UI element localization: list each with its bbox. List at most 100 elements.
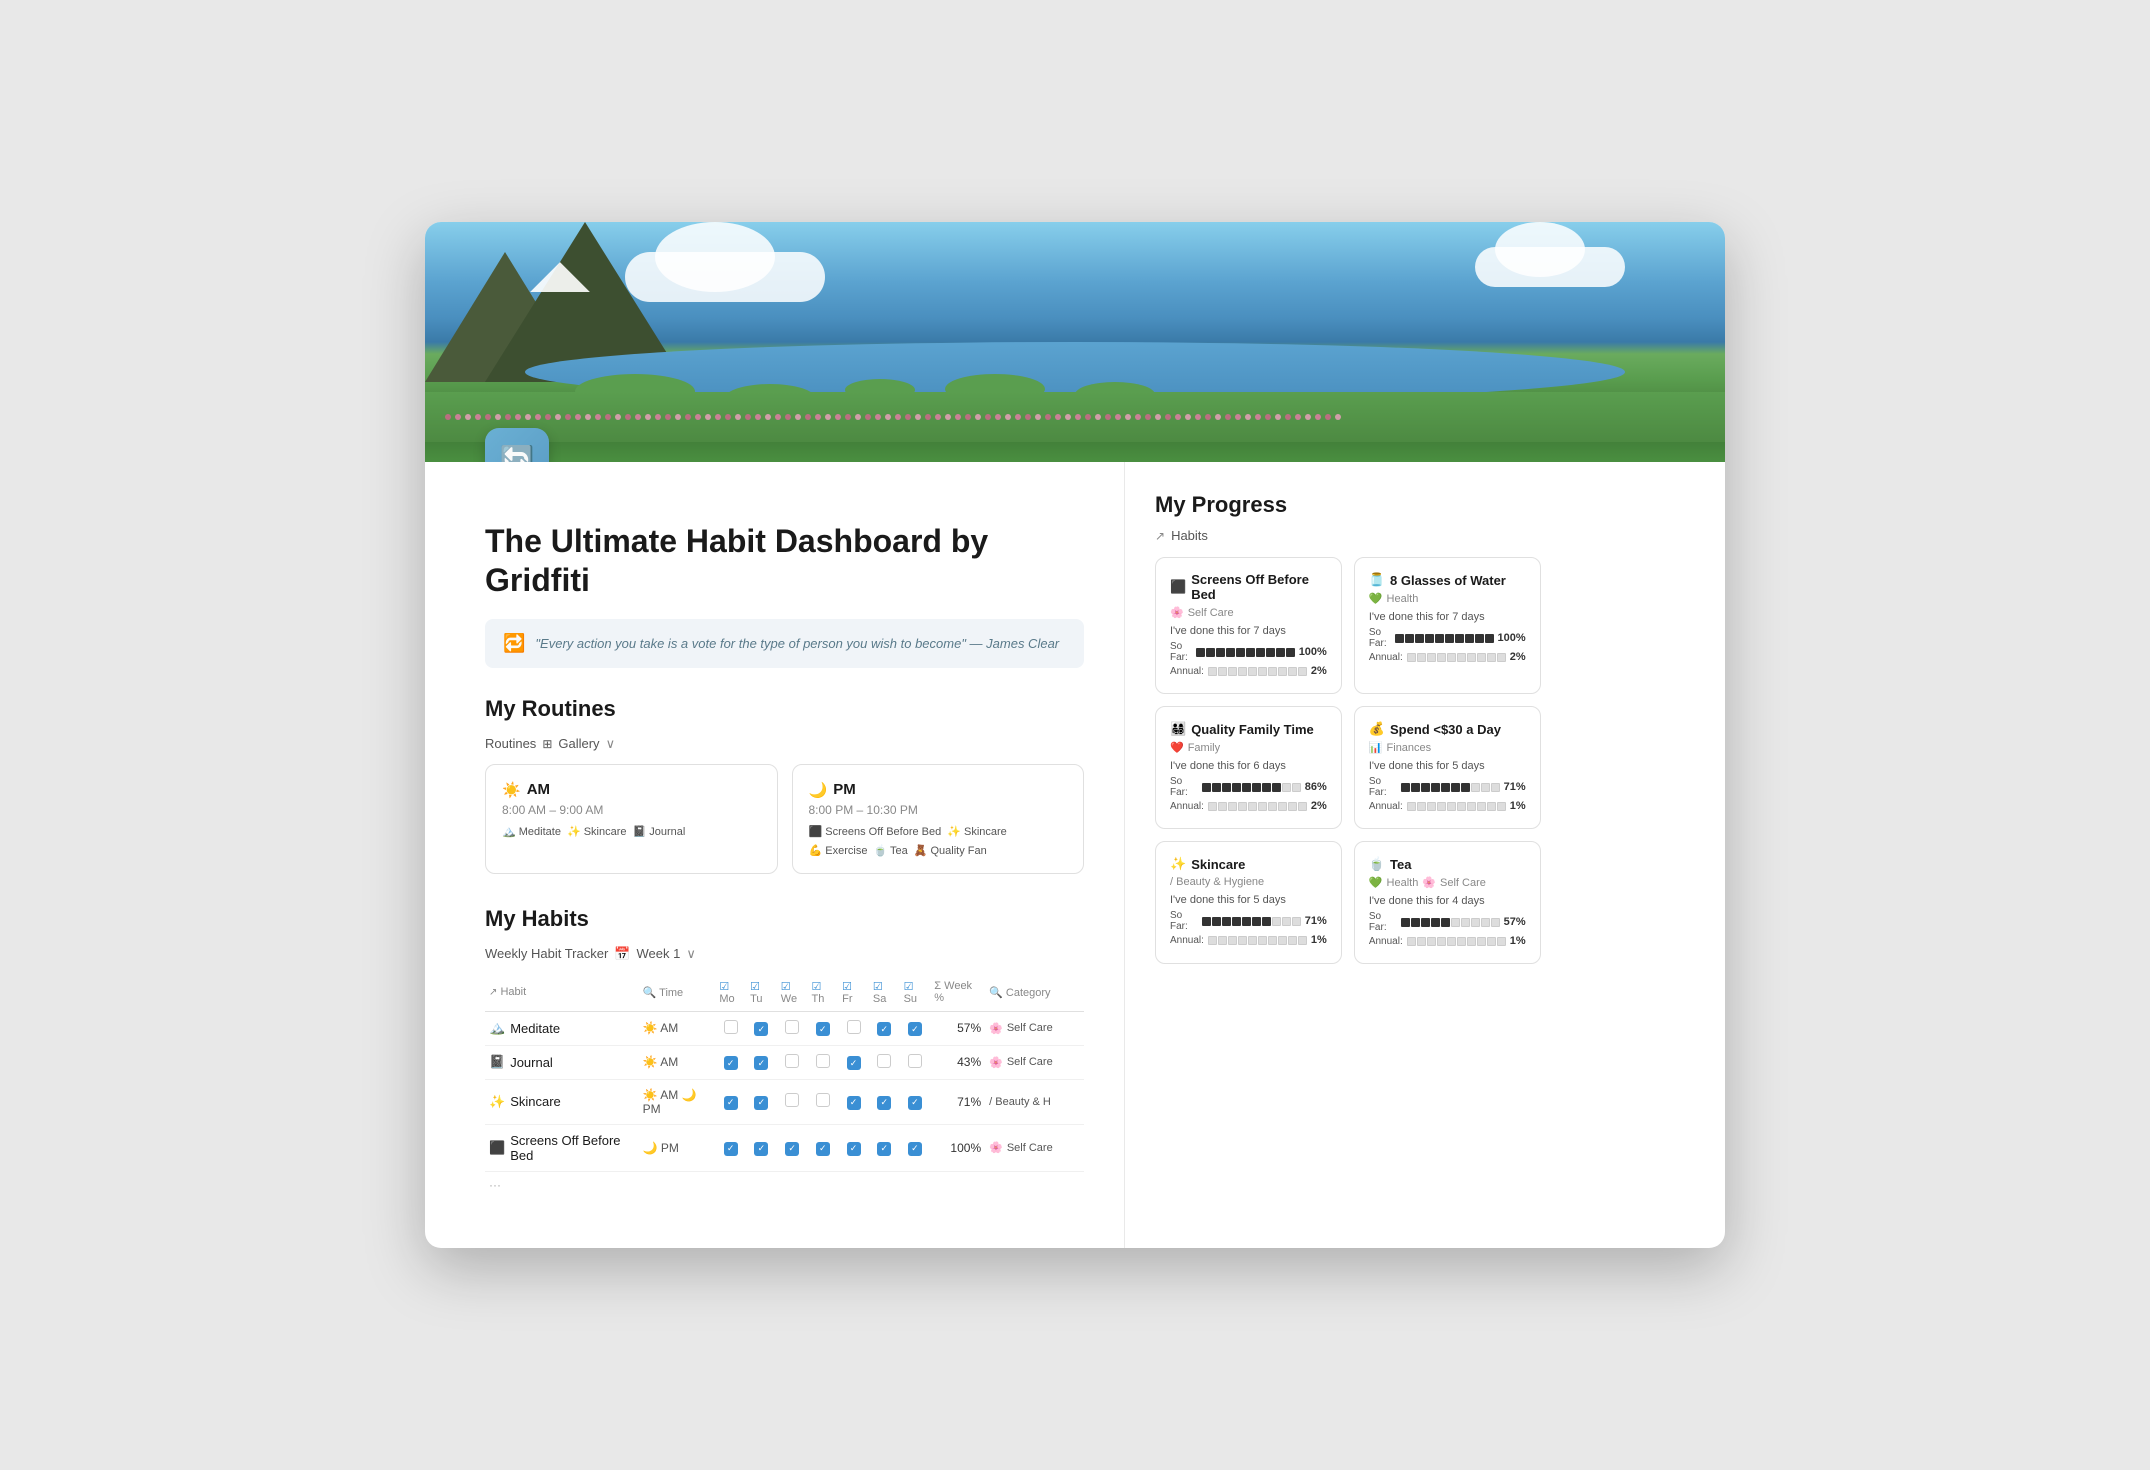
progress-card-skincare: ✨ Skincare / Beauty & Hygiene I've done … bbox=[1155, 841, 1342, 964]
chevron-down-icon: ∨ bbox=[606, 736, 616, 752]
am-label: AM bbox=[527, 781, 550, 798]
pc-spend-name: Spend <$30 a Day bbox=[1390, 722, 1501, 737]
col-header-week: Σ Week % bbox=[930, 974, 985, 1012]
journal-fr[interactable]: ✓ bbox=[838, 1045, 869, 1079]
pc-family-title: 👨‍👩‍👧‍👦 Quality Family Time bbox=[1170, 721, 1327, 737]
screens-th[interactable]: ✓ bbox=[807, 1124, 838, 1171]
meditate-tu[interactable]: ✓ bbox=[746, 1011, 777, 1045]
journal-pct: 43% bbox=[930, 1045, 985, 1079]
routines-text: Routines bbox=[485, 736, 536, 751]
skincare-fr[interactable]: ✓ bbox=[838, 1079, 869, 1124]
journal-su[interactable] bbox=[900, 1045, 931, 1079]
skincare-tu[interactable]: ✓ bbox=[746, 1079, 777, 1124]
pc-water-sofar: So Far: 100% bbox=[1369, 627, 1526, 649]
screens-we[interactable]: ✓ bbox=[777, 1124, 808, 1171]
progress-title: My Progress bbox=[1155, 492, 1515, 518]
pc-tea-name: Tea bbox=[1390, 857, 1411, 872]
routines-view[interactable]: Gallery bbox=[558, 736, 599, 751]
screens-fr[interactable]: ✓ bbox=[838, 1124, 869, 1171]
skincare-su[interactable]: ✓ bbox=[900, 1079, 931, 1124]
pc-screens-name: Screens Off Before Bed bbox=[1191, 572, 1327, 602]
table-row: 📓 Journal ☀️ AM ✓ ✓ bbox=[485, 1045, 1084, 1079]
skincare-mo[interactable]: ✓ bbox=[715, 1079, 746, 1124]
meditate-su[interactable]: ✓ bbox=[900, 1011, 931, 1045]
journal-mo[interactable]: ✓ bbox=[715, 1045, 746, 1079]
quote-box: 🔁 "Every action you take is a vote for t… bbox=[485, 619, 1084, 668]
pc-tea-sofar: So Far: 57% bbox=[1369, 911, 1526, 933]
gallery-icon: ⊞ bbox=[542, 737, 552, 751]
pc-family-cat: ❤️ Family bbox=[1170, 741, 1327, 754]
meditate-mo[interactable] bbox=[715, 1011, 746, 1045]
habits-section: My Habits Weekly Habit Tracker 📅 Week 1 … bbox=[485, 906, 1084, 1198]
pm-tag-screens: ⬛ Screens Off Before Bed bbox=[809, 825, 942, 838]
table-row: ✨ Skincare ☀️ AM 🌙 PM ✓ ✓ bbox=[485, 1079, 1084, 1124]
calendar-icon: 📅 bbox=[614, 946, 630, 962]
page-title: The Ultimate Habit Dashboard by Gridfiti bbox=[485, 522, 1084, 599]
pc-skincare-sofar: So Far: 71% bbox=[1170, 910, 1327, 932]
skincare-sa[interactable]: ✓ bbox=[869, 1079, 900, 1124]
meditate-fr[interactable] bbox=[838, 1011, 869, 1045]
progress-card-family: 👨‍👩‍👧‍👦 Quality Family Time ❤️ Family I'… bbox=[1155, 706, 1342, 829]
pc-water-title: 🫙 8 Glasses of Water bbox=[1369, 572, 1526, 588]
habit-name-skincare: ✨ Skincare bbox=[485, 1079, 639, 1124]
habit-name-journal: 📓 Journal bbox=[485, 1045, 639, 1079]
quote-text: "Every action you take is a vote for the… bbox=[535, 636, 1059, 651]
progress-card-screens: ⬛ Screens Off Before Bed 🌸 Self Care I'v… bbox=[1155, 557, 1342, 694]
cloud-2 bbox=[1475, 247, 1625, 287]
routine-card-am: ☀️ AM 8:00 AM – 9:00 AM 🏔️ Meditate ✨ Sk… bbox=[485, 764, 778, 874]
check-icon-th: ☑ bbox=[811, 981, 821, 993]
pc-spend-title: 💰 Spend <$30 a Day bbox=[1369, 721, 1526, 737]
screens-su[interactable]: ✓ bbox=[900, 1124, 931, 1171]
routine-pm-title: 🌙 PM bbox=[809, 781, 1068, 799]
table-row: 🏔️ Meditate ☀️ AM ✓ bbox=[485, 1011, 1084, 1045]
pc-tea-title: 🍵 Tea bbox=[1369, 856, 1526, 872]
search-icon-cat: 🔍 bbox=[989, 987, 1003, 999]
journal-we[interactable] bbox=[777, 1045, 808, 1079]
habit-name-meditate: 🏔️ Meditate bbox=[485, 1011, 639, 1045]
routines-label: Routines ⊞ Gallery ∨ bbox=[485, 736, 1084, 752]
routines-section-title: My Routines bbox=[485, 696, 1084, 722]
pc-tea-cat: 💚 Health 🌸 Self Care bbox=[1369, 876, 1526, 889]
journal-th[interactable] bbox=[807, 1045, 838, 1079]
habit-time-screens: 🌙 PM bbox=[639, 1124, 716, 1171]
journal-tu[interactable]: ✓ bbox=[746, 1045, 777, 1079]
screens-mo[interactable]: ✓ bbox=[715, 1124, 746, 1171]
col-header-th: ☑ Th bbox=[807, 974, 838, 1012]
col-header-time: 🔍 Time bbox=[639, 974, 716, 1012]
skincare-th[interactable] bbox=[807, 1079, 838, 1124]
meditate-cat: 🌸 Self Care bbox=[985, 1011, 1084, 1045]
week-label[interactable]: Week 1 bbox=[636, 946, 680, 961]
pc-family-annual: Annual: 2% bbox=[1170, 800, 1327, 812]
pc-spend-sofar: So Far: 71% bbox=[1369, 776, 1526, 798]
meditate-pct: 57% bbox=[930, 1011, 985, 1045]
am-tag-journal: 📓 Journal bbox=[633, 825, 686, 838]
habits-label: ↗ Habits bbox=[1155, 528, 1515, 543]
pc-water-name: 8 Glasses of Water bbox=[1390, 573, 1506, 588]
meditate-sa[interactable]: ✓ bbox=[869, 1011, 900, 1045]
am-time: 8:00 AM – 9:00 AM bbox=[502, 803, 761, 817]
meditate-we[interactable] bbox=[777, 1011, 808, 1045]
hero-banner: 🔄 bbox=[425, 222, 1725, 462]
skincare-we[interactable] bbox=[777, 1079, 808, 1124]
pc-family-done: I've done this for 6 days bbox=[1170, 760, 1327, 772]
meditate-th[interactable]: ✓ bbox=[807, 1011, 838, 1045]
habit-name-screens: ⬛ Screens Off Before Bed bbox=[485, 1124, 639, 1171]
progress-card-water: 🫙 8 Glasses of Water 💚 Health I've done … bbox=[1354, 557, 1541, 694]
journal-cat: 🌸 Self Care bbox=[985, 1045, 1084, 1079]
left-panel: The Ultimate Habit Dashboard by Gridfiti… bbox=[425, 462, 1125, 1248]
habit-time-meditate: ☀️ AM bbox=[639, 1011, 716, 1045]
screens-sa[interactable]: ✓ bbox=[869, 1124, 900, 1171]
screens-tu[interactable]: ✓ bbox=[746, 1124, 777, 1171]
search-icon-time: 🔍 bbox=[643, 987, 657, 999]
pm-label: PM bbox=[833, 781, 856, 798]
routine-card-pm: 🌙 PM 8:00 PM – 10:30 PM ⬛ Screens Off Be… bbox=[792, 764, 1085, 874]
screens-cat: 🌸 Self Care bbox=[985, 1124, 1084, 1171]
pc-screens-cat: 🌸 Self Care bbox=[1170, 606, 1327, 619]
table-row: ··· bbox=[485, 1171, 1084, 1198]
pc-water-annual: Annual: 2% bbox=[1369, 651, 1526, 663]
progress-card-spend: 💰 Spend <$30 a Day 📊 Finances I've done … bbox=[1354, 706, 1541, 829]
am-tags: 🏔️ Meditate ✨ Skincare 📓 Journal bbox=[502, 825, 761, 838]
arrow-habits-icon: ↗ bbox=[1155, 529, 1165, 543]
pm-tag-skincare: ✨ Skincare bbox=[947, 825, 1007, 838]
journal-sa[interactable] bbox=[869, 1045, 900, 1079]
